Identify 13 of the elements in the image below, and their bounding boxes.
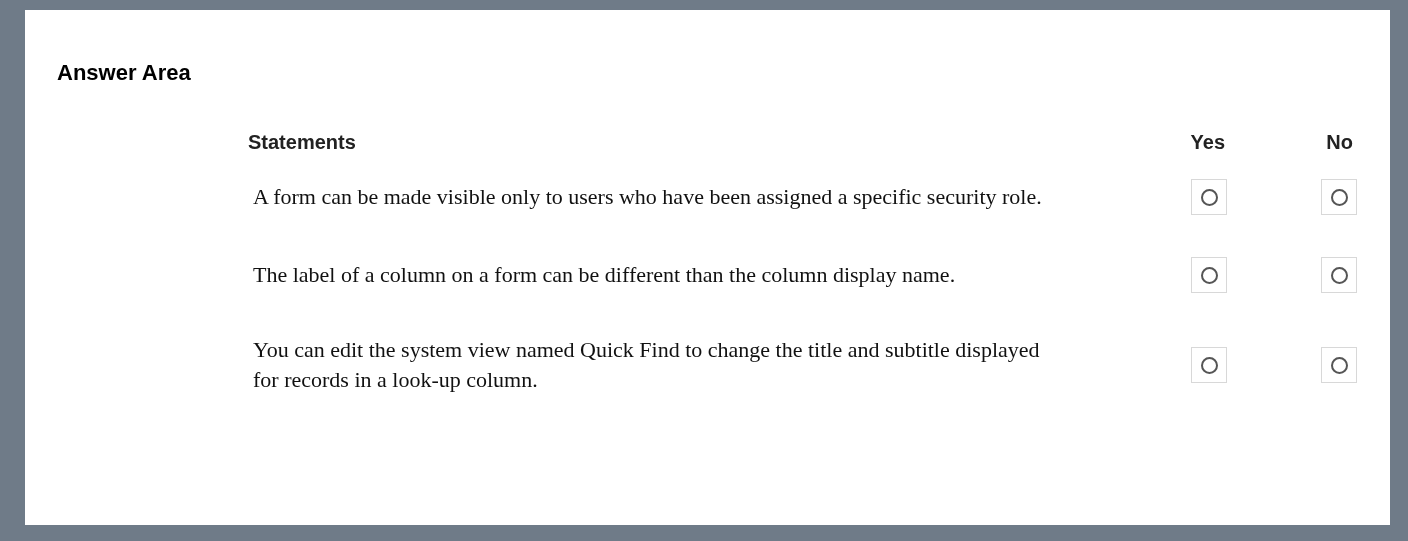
answer-area-title: Answer Area (57, 59, 192, 87)
no-radio-button[interactable] (1330, 356, 1348, 374)
no-header: No (1326, 130, 1353, 155)
yes-radio-button[interactable] (1200, 266, 1218, 284)
no-radio-button[interactable] (1330, 188, 1348, 206)
no-radio-button[interactable] (1330, 266, 1348, 284)
yes-header: Yes (1190, 130, 1225, 155)
statement-text: You can edit the system view named Quick Find to change the title and subtitle displayed for records in a look-up column. (252, 336, 1041, 394)
statements-header: Statements (247, 130, 357, 155)
statement-text: A form can be made visible only to users who have been assigned a specific security role. (252, 183, 1043, 211)
statement-text: The label of a column on a form can be different than the column display name. (252, 261, 957, 289)
yes-radio-button[interactable] (1200, 188, 1218, 206)
yes-radio-button[interactable] (1200, 356, 1218, 374)
